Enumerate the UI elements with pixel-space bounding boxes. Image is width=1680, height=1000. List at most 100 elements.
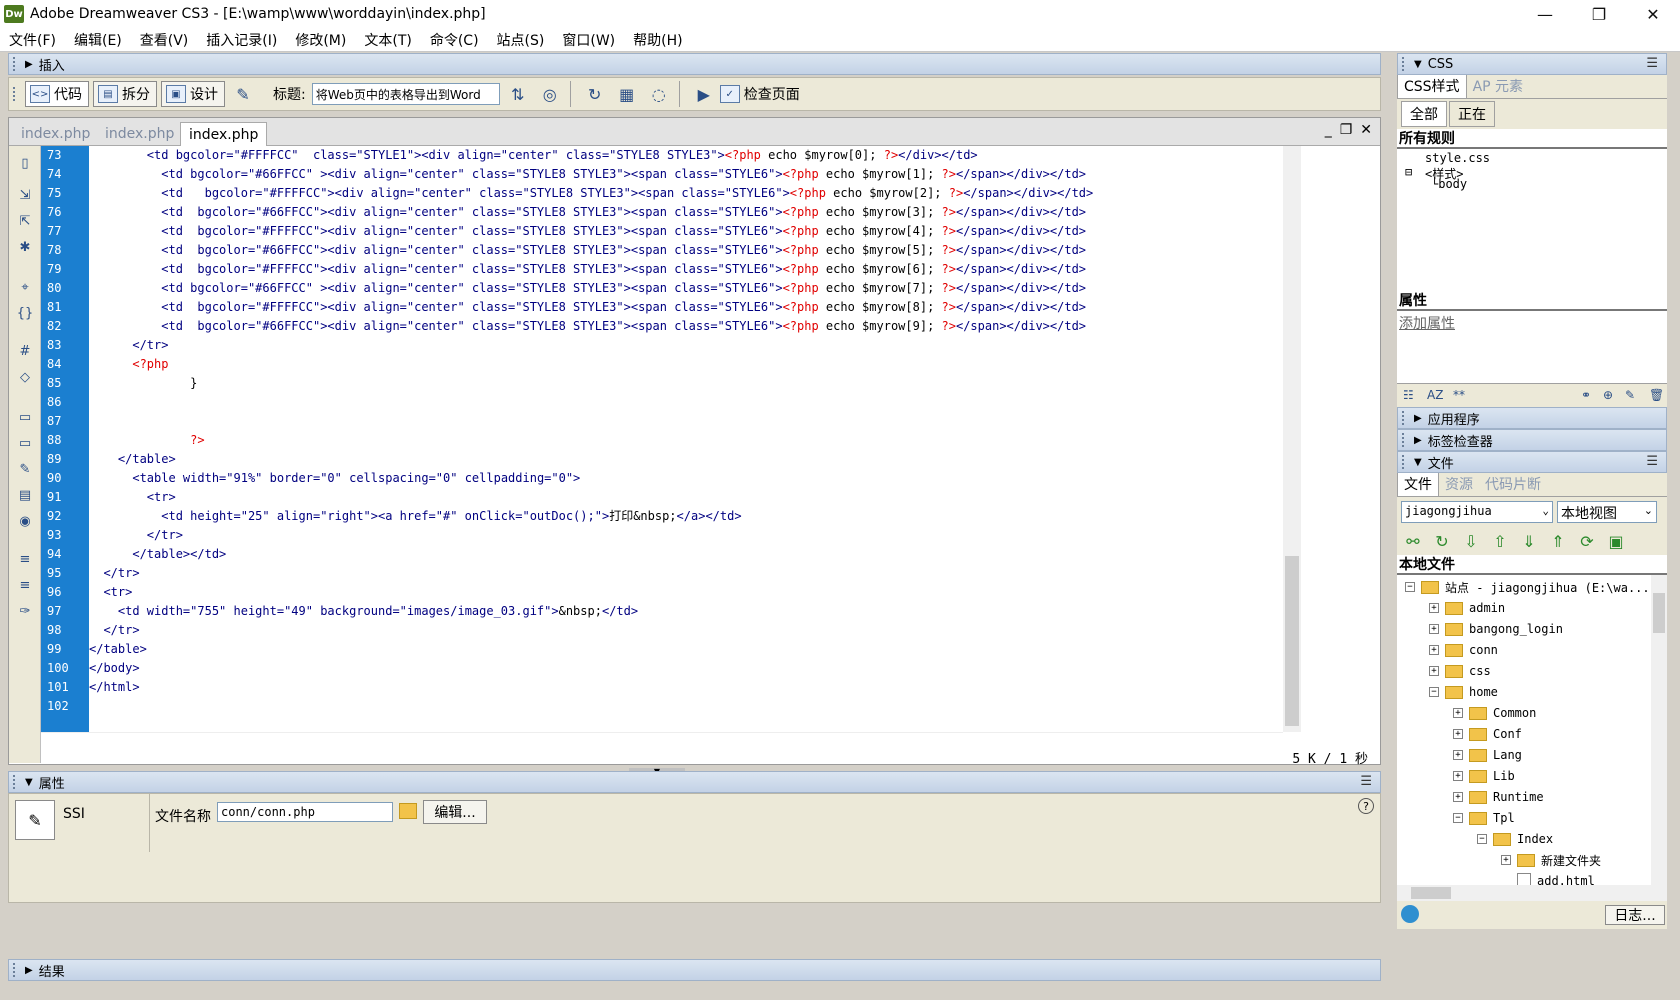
highlight-invalid-icon[interactable]: ◇	[15, 368, 35, 386]
recent-snippets-icon[interactable]: ▤	[15, 486, 35, 504]
results-panel-header[interactable]: ▶ 结果	[8, 959, 1381, 981]
grip-icon[interactable]	[13, 87, 21, 101]
expand-icon[interactable]: +	[1501, 855, 1511, 865]
minimize-button[interactable]: —	[1518, 0, 1572, 28]
current-rules-button[interactable]: 正在	[1449, 101, 1495, 127]
help-icon[interactable]: ?	[1358, 798, 1374, 814]
tree-item[interactable]: + admin	[1429, 598, 1505, 618]
visual-aids-icon[interactable]: ◌	[645, 81, 673, 107]
menu-window[interactable]: 窗口(W)	[553, 30, 624, 50]
expand-icon[interactable]: +	[1429, 603, 1439, 613]
page-title-input[interactable]	[311, 83, 500, 105]
tree-item[interactable]: + conn	[1429, 640, 1498, 660]
menu-view[interactable]: 查看(V)	[131, 30, 198, 50]
expand-icon[interactable]: +	[1453, 792, 1463, 802]
code-vertical-scrollbar[interactable]	[1283, 146, 1301, 732]
grip-icon[interactable]	[1402, 433, 1410, 447]
expand-triangle-icon[interactable]: ▶	[1414, 435, 1422, 446]
tree-item[interactable]: + bangong_login	[1429, 619, 1563, 639]
indent-code-icon[interactable]: ≡	[15, 550, 35, 568]
remove-comment-icon[interactable]: ▭	[15, 434, 35, 452]
site-select[interactable]: jiagongjihua ⌄	[1401, 501, 1553, 523]
code-view-button[interactable]: <> 代码	[25, 81, 89, 107]
menu-site[interactable]: 站点(S)	[488, 30, 554, 50]
balance-braces-icon[interactable]: {}	[15, 304, 35, 322]
design-view-button[interactable]: ▣ 设计	[161, 81, 225, 107]
tree-horizontal-scrollbar[interactable]	[1397, 885, 1667, 901]
maximize-button[interactable]: ❐	[1572, 0, 1626, 28]
edit-rule-icon[interactable]: ✎	[1625, 388, 1635, 402]
doc-minimize-icon[interactable]: _	[1325, 122, 1332, 138]
attach-stylesheet-icon[interactable]: ⚭	[1581, 388, 1591, 402]
collapse-icon[interactable]: −	[1477, 834, 1487, 844]
properties-header[interactable]: ▼ 属性 ☰	[8, 771, 1381, 793]
menu-modify[interactable]: 修改(M)	[286, 30, 355, 50]
check-page-button[interactable]: ✓ 检查页面	[719, 84, 800, 104]
expand-triangle-icon[interactable]: ▶	[25, 59, 33, 70]
validate-markup-icon[interactable]: ▶	[690, 81, 718, 107]
delete-rule-icon[interactable]: 🗑	[1649, 388, 1664, 402]
browse-folder-icon[interactable]	[399, 803, 417, 819]
line-numbers-icon[interactable]: #	[15, 342, 35, 360]
menu-commands[interactable]: 命令(C)	[421, 30, 488, 50]
set-properties-icon[interactable]: **	[1453, 388, 1465, 402]
collapse-icon[interactable]: −	[1429, 687, 1439, 697]
expand-triangle-icon[interactable]: ▶	[25, 965, 33, 976]
expand-icon[interactable]: +	[1453, 729, 1463, 739]
grip-icon[interactable]	[13, 57, 21, 71]
alpha-view-icon[interactable]: AZ	[1427, 388, 1443, 402]
tree-item[interactable]: − 站点 - jiagongjihua (E:\wa...	[1405, 577, 1650, 597]
grip-icon[interactable]	[1402, 455, 1410, 469]
scrollbar-thumb[interactable]	[1285, 556, 1299, 726]
panel-options-icon[interactable]: ☰	[1646, 454, 1658, 469]
outdent-code-icon[interactable]: ≡	[15, 576, 35, 594]
tree-item[interactable]: add.html	[1501, 871, 1595, 885]
view-select[interactable]: 本地视图 ⌄	[1557, 501, 1657, 523]
tree-item[interactable]: − Tpl	[1453, 808, 1515, 828]
tree-item[interactable]: + Conf	[1453, 724, 1522, 744]
live-data-icon[interactable]: ✎	[229, 81, 257, 107]
check-in-icon[interactable]: ⇑	[1548, 531, 1568, 551]
tab-snippets[interactable]: 代码片断	[1479, 472, 1547, 496]
select-parent-tag-icon[interactable]: ⌖	[15, 278, 35, 296]
doc-restore-icon[interactable]: ❐	[1340, 122, 1353, 138]
edit-button[interactable]: 编辑...	[423, 800, 487, 824]
move-css-icon[interactable]: ◉	[15, 512, 35, 530]
tab-index-php-2[interactable]: index.php	[97, 122, 182, 146]
insert-bar-header[interactable]: ▶ 插入	[8, 53, 1381, 75]
new-rule-icon[interactable]: ⊕	[1603, 388, 1613, 402]
code-horizontal-scrollbar[interactable]	[41, 732, 1283, 750]
tree-item[interactable]: + css	[1429, 661, 1491, 681]
scrollbar-thumb[interactable]	[1411, 887, 1451, 899]
expand-icon[interactable]: +	[1429, 645, 1439, 655]
tab-index-php-active[interactable]: index.php	[180, 122, 268, 146]
expand-icon[interactable]: +	[1453, 771, 1463, 781]
collapse-triangle-icon[interactable]: ▼	[1414, 59, 1422, 70]
panel-options-icon[interactable]: ☰	[1360, 774, 1372, 789]
collapse-icon[interactable]: −	[1453, 813, 1463, 823]
tree-vertical-scrollbar[interactable]	[1651, 575, 1667, 885]
css-panel-header[interactable]: ▼ CSS ☰	[1397, 53, 1667, 75]
tree-item[interactable]: + 新建文件夹	[1501, 850, 1601, 870]
expand-icon[interactable]: +	[1429, 624, 1439, 634]
expand-all-icon[interactable]: ✱	[15, 238, 35, 256]
collapse-triangle-icon[interactable]: ▼	[25, 777, 33, 788]
menu-help[interactable]: 帮助(H)	[624, 30, 691, 50]
menu-text[interactable]: 文本(T)	[355, 30, 420, 50]
collapse-icon[interactable]: ⊟	[1405, 165, 1412, 179]
expand-icon[interactable]: +	[1429, 666, 1439, 676]
tab-index-php-1[interactable]: index.php	[13, 122, 98, 146]
tree-item[interactable]: + Lang	[1453, 745, 1522, 765]
tree-item[interactable]: + Common	[1453, 703, 1536, 723]
wrap-tag-icon[interactable]: ✎	[15, 460, 35, 478]
tab-files[interactable]: 文件	[1397, 471, 1439, 496]
file-management-icon[interactable]: ⇅	[504, 81, 532, 107]
collapse-full-tag-icon[interactable]: ⇲	[15, 186, 35, 204]
doc-close-icon[interactable]: ✕	[1360, 122, 1372, 138]
grip-icon[interactable]	[1402, 411, 1410, 425]
expand-icon[interactable]: +	[1453, 750, 1463, 760]
format-source-icon[interactable]: ✑	[15, 602, 35, 620]
scrollbar-thumb[interactable]	[1653, 593, 1665, 633]
grip-icon[interactable]	[13, 963, 21, 977]
grip-icon[interactable]	[1402, 57, 1410, 71]
